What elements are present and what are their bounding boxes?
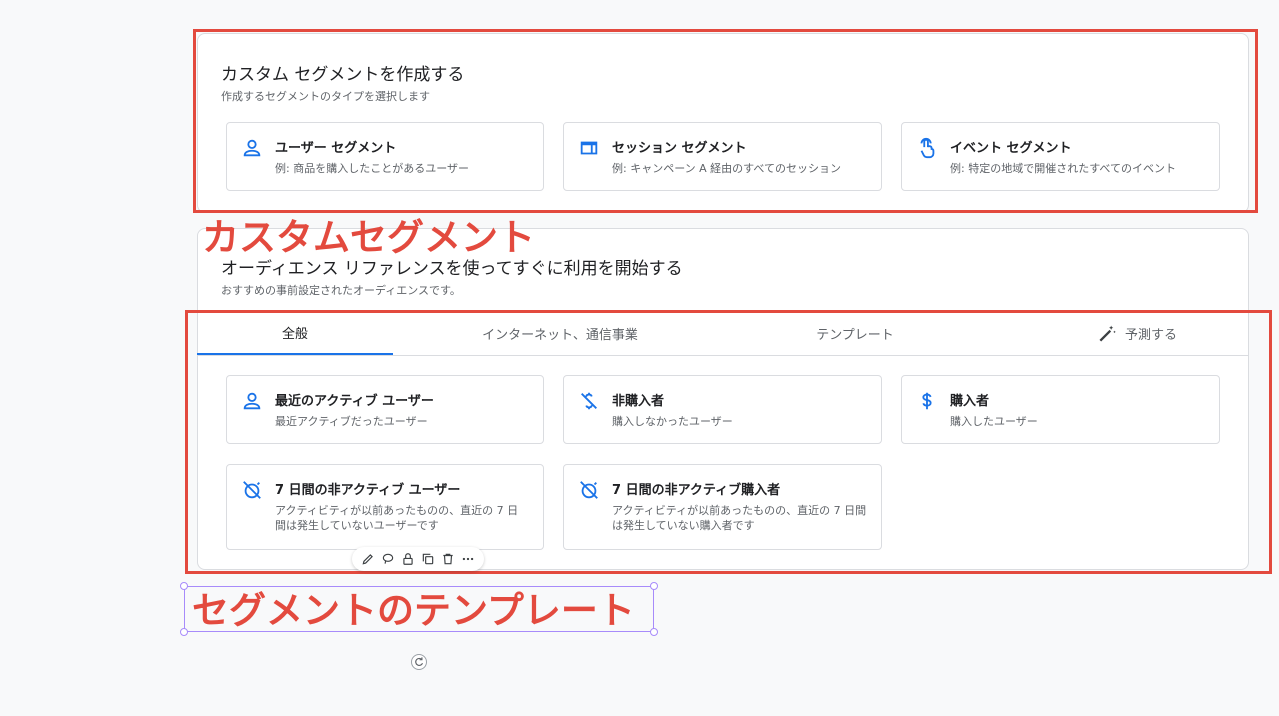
- edit-icon[interactable]: [361, 552, 375, 566]
- annotation-toolbar: [352, 547, 484, 571]
- template-title: 購入者: [950, 394, 990, 409]
- option-title: ユーザー セグメント: [275, 141, 397, 156]
- template-7day-inactive-users[interactable]: 7 日間の非アクティブ ユーザー アクティビティが以前あったものの、直近の 7 …: [226, 464, 544, 550]
- template-title: 非購入者: [612, 394, 665, 409]
- tab-predictive[interactable]: 予測する: [1039, 312, 1235, 355]
- resize-handle-tr[interactable]: [650, 582, 658, 590]
- lock-icon[interactable]: [401, 552, 415, 566]
- option-title: イベント セグメント: [950, 141, 1072, 156]
- resize-handle-tl[interactable]: [180, 582, 188, 590]
- tab-internet-telecom[interactable]: インターネット、通信事業: [460, 312, 660, 355]
- template-desc: 最近アクティブだったユーザー: [275, 415, 428, 428]
- rotate-handle-icon[interactable]: [411, 654, 427, 670]
- tab-bar: 全般 インターネット、通信事業 テンプレート 予測する: [197, 312, 1249, 356]
- tab-label: インターネット、通信事業: [482, 328, 638, 343]
- person-icon: [241, 390, 263, 412]
- alarm-off-icon: [578, 479, 600, 501]
- template-desc: アクティビティが以前あったものの、直近の 7 日間は発生していない購入者です: [612, 504, 867, 532]
- template-recent-active-users[interactable]: 最近のアクティブ ユーザー 最近アクティブだったユーザー: [226, 375, 544, 444]
- custom-segment-annotation: カスタムセグメント: [202, 216, 535, 259]
- magic-wand-icon: [1097, 324, 1117, 344]
- tab-label: 全般: [281, 327, 308, 342]
- tab-label: 予測する: [1124, 328, 1177, 343]
- money-off-icon: [578, 390, 600, 412]
- lasso-icon[interactable]: [381, 552, 395, 566]
- audience-reference-subtitle: おすすめの事前設定されたオーディエンスです。: [221, 284, 461, 297]
- template-7day-inactive-purchasers[interactable]: 7 日間の非アクティブ購入者 アクティビティが以前あったものの、直近の 7 日間…: [563, 464, 882, 550]
- session-icon: [578, 137, 600, 159]
- custom-segment-title: カスタム セグメントを作成する: [221, 65, 465, 85]
- custom-segment-subtitle: 作成するセグメントのタイプを選択します: [221, 90, 430, 103]
- tab-general[interactable]: 全般: [197, 312, 393, 355]
- template-annotation: セグメントのテンプレート: [192, 589, 635, 632]
- option-desc: 例: 特定の地域で開催されたすべてのイベント: [950, 162, 1176, 175]
- template-title: 7 日間の非アクティブ ユーザー: [275, 483, 461, 498]
- alarm-off-icon: [241, 479, 263, 501]
- option-title: セッション セグメント: [612, 141, 747, 156]
- touch-icon: [916, 137, 938, 159]
- event-segment-option[interactable]: イベント セグメント 例: 特定の地域で開催されたすべてのイベント: [901, 122, 1220, 191]
- more-icon[interactable]: [461, 552, 475, 566]
- template-desc: 購入したユーザー: [950, 415, 1038, 428]
- dollar-icon: [916, 390, 938, 412]
- resize-handle-bl[interactable]: [180, 628, 188, 636]
- option-desc: 例: 商品を購入したことがあるユーザー: [275, 162, 469, 175]
- template-title: 最近のアクティブ ユーザー: [275, 394, 434, 409]
- user-segment-option[interactable]: ユーザー セグメント 例: 商品を購入したことがあるユーザー: [226, 122, 544, 191]
- session-segment-option[interactable]: セッション セグメント 例: キャンペーン A 経由のすべてのセッション: [563, 122, 882, 191]
- template-desc: アクティビティが以前あったものの、直近の 7 日間は発生していないユーザーです: [275, 504, 519, 532]
- template-title: 7 日間の非アクティブ購入者: [612, 483, 781, 498]
- option-desc: 例: キャンペーン A 経由のすべてのセッション: [612, 162, 841, 175]
- template-non-purchasers[interactable]: 非購入者 購入しなかったユーザー: [563, 375, 882, 444]
- person-icon: [241, 137, 263, 159]
- template-purchasers[interactable]: 購入者 購入したユーザー: [901, 375, 1220, 444]
- resize-handle-br[interactable]: [650, 628, 658, 636]
- tab-label: テンプレート: [816, 328, 894, 343]
- template-desc: 購入しなかったユーザー: [612, 415, 733, 428]
- trash-icon[interactable]: [441, 552, 455, 566]
- duplicate-icon[interactable]: [421, 552, 435, 566]
- tab-templates[interactable]: テンプレート: [757, 312, 953, 355]
